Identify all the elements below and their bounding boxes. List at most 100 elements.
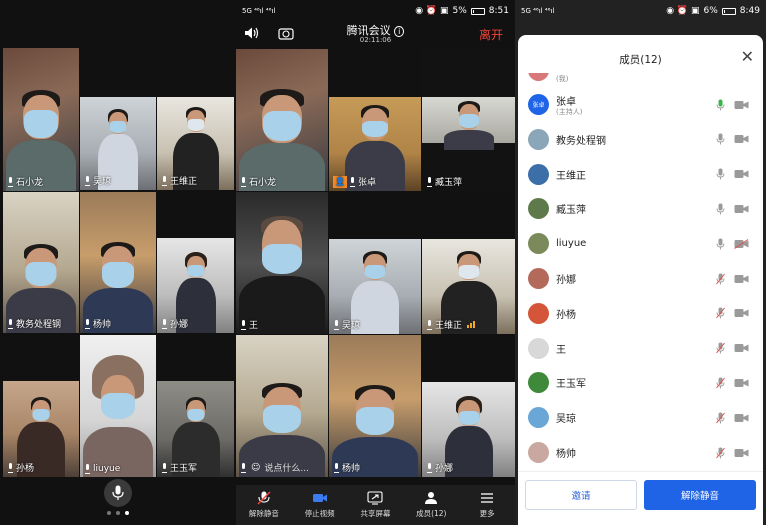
- video-tile[interactable]: 孙娜: [157, 238, 234, 333]
- video-icon[interactable]: [734, 274, 749, 284]
- video-tile-active-speaker[interactable]: 教务处程钢: [3, 192, 79, 333]
- member-row[interactable]: 杨帅: [518, 435, 763, 470]
- video-tile[interactable]: liuyue: [80, 335, 156, 477]
- mic-icon: [240, 462, 247, 473]
- close-icon[interactable]: ✕: [741, 47, 754, 66]
- avatar: [528, 128, 549, 150]
- participant-label: 👤 张卓: [333, 175, 376, 188]
- page-dot-current[interactable]: [125, 511, 129, 515]
- participant-label: 石小龙: [240, 175, 276, 188]
- participant-video: [329, 335, 421, 477]
- mic-icon: [7, 462, 14, 473]
- video-icon[interactable]: [734, 134, 749, 144]
- video-icon[interactable]: [734, 308, 749, 318]
- member-name: 孙娜: [556, 275, 576, 286]
- video-tile[interactable]: 杨帅: [80, 192, 156, 333]
- mic-toggle-button[interactable]: [104, 479, 132, 507]
- video-tile[interactable]: 吴琼: [329, 239, 421, 334]
- video-tile[interactable]: 石小龙: [3, 48, 79, 191]
- avatar: [528, 268, 549, 289]
- member-row[interactable]: 王玉军: [518, 365, 763, 400]
- participant-label: 孙杨: [7, 461, 34, 474]
- member-row[interactable]: 孙杨: [518, 296, 763, 331]
- leave-button[interactable]: 离开: [479, 26, 503, 43]
- chat-input[interactable]: ☺ 说点什么...: [240, 461, 309, 474]
- members-actions: 邀请 解除静音: [518, 471, 763, 525]
- mic-icon[interactable]: [716, 203, 725, 215]
- member-row[interactable]: 王: [518, 331, 763, 366]
- participant-label: 王维正: [426, 318, 476, 331]
- video-icon[interactable]: [734, 204, 749, 214]
- video-tile[interactable]: 杨帅: [329, 335, 421, 477]
- mic-icon: [161, 462, 168, 473]
- video-tile[interactable]: 孙杨: [3, 381, 79, 477]
- video-tile[interactable]: 石小龙: [236, 49, 328, 191]
- stop-video-button[interactable]: 停止视频: [294, 491, 346, 519]
- video-icon: [312, 494, 327, 502]
- mic-icon[interactable]: [716, 238, 725, 250]
- video-tile-self[interactable]: ☺ 说点什么...: [236, 335, 328, 477]
- member-row[interactable]: 孙娜: [518, 261, 763, 296]
- video-tile-active-speaker[interactable]: 臧玉萍: [422, 49, 515, 191]
- video-icon[interactable]: [734, 378, 749, 388]
- member-name: 王维正: [556, 170, 586, 182]
- mic-icon[interactable]: [716, 168, 725, 180]
- members-icon: [425, 492, 438, 504]
- video-tile[interactable]: 👤 张卓: [329, 97, 421, 191]
- mic-icon: [84, 175, 91, 186]
- member-row[interactable]: liuyue: [518, 226, 763, 261]
- unmute-all-button[interactable]: 解除静音: [644, 480, 756, 510]
- mic-muted-icon[interactable]: [716, 273, 725, 285]
- share-screen-icon: [367, 491, 384, 505]
- video-icon[interactable]: [734, 100, 749, 110]
- video-tile[interactable]: 王维正: [157, 97, 234, 190]
- status-icons: ◉ ⏰ ▣: [415, 6, 449, 16]
- mic-muted-icon[interactable]: [716, 447, 725, 459]
- mic-muted-icon[interactable]: [716, 377, 725, 389]
- member-row[interactable]: 臧玉萍: [518, 191, 763, 226]
- participant-label: 石小龙: [7, 175, 43, 188]
- battery-icon: [470, 7, 485, 15]
- participant-label: 吴琼: [333, 318, 360, 331]
- signal-indicators: 5G ⁴⁶ıl ⁴⁶ıl: [521, 7, 555, 15]
- page-dot[interactable]: [116, 511, 120, 515]
- mic-icon: [349, 176, 356, 187]
- video-tile[interactable]: 孙娜: [422, 382, 515, 477]
- member-name: 吴琼: [556, 414, 576, 426]
- video-icon[interactable]: [734, 343, 749, 353]
- member-row[interactable]: 吴琼: [518, 400, 763, 435]
- status-icons: ◉ ⏰ ▣: [666, 6, 700, 16]
- page-dot[interactable]: [107, 511, 111, 515]
- invite-button[interactable]: 邀请: [525, 480, 637, 510]
- mic-speaking-icon[interactable]: [716, 99, 725, 111]
- emoji-icon[interactable]: ☺: [251, 463, 260, 473]
- mic-muted-icon[interactable]: [716, 342, 725, 354]
- member-row[interactable]: 教务处程钢: [518, 122, 763, 157]
- share-screen-button[interactable]: 共享屏幕: [349, 491, 401, 519]
- video-off-icon[interactable]: [734, 238, 749, 249]
- video-tile[interactable]: 王维正: [422, 239, 515, 334]
- participant-video: [80, 335, 156, 477]
- avatar: [528, 407, 549, 429]
- members-button[interactable]: 成员(12): [405, 491, 457, 519]
- mic-muted-icon[interactable]: [716, 412, 725, 424]
- video-tile[interactable]: 王: [236, 192, 328, 334]
- meeting-toolbar: 解除静音 停止视频 共享屏幕 成员(12) 更多: [236, 485, 515, 525]
- video-tile[interactable]: 吴琼: [80, 97, 156, 190]
- page-indicator: [107, 511, 129, 515]
- video-icon[interactable]: [734, 169, 749, 179]
- participant-label: 孙娜: [426, 461, 453, 474]
- more-button[interactable]: 更多: [461, 491, 513, 519]
- video-icon[interactable]: [734, 413, 749, 423]
- mic-muted-icon[interactable]: [716, 307, 725, 319]
- video-icon[interactable]: [734, 448, 749, 458]
- member-row[interactable]: 王维正: [518, 157, 763, 192]
- meeting-timer: 02:11:06: [359, 36, 392, 44]
- mic-off-icon: [257, 491, 271, 505]
- unmute-button[interactable]: 解除静音: [238, 491, 290, 519]
- participant-label: 王维正: [161, 174, 197, 187]
- member-row[interactable]: 张卓 张卓 (主持人): [518, 87, 763, 122]
- video-tile[interactable]: 王玉军: [157, 381, 234, 477]
- mic-icon[interactable]: [716, 133, 725, 145]
- participant-video: [80, 192, 156, 333]
